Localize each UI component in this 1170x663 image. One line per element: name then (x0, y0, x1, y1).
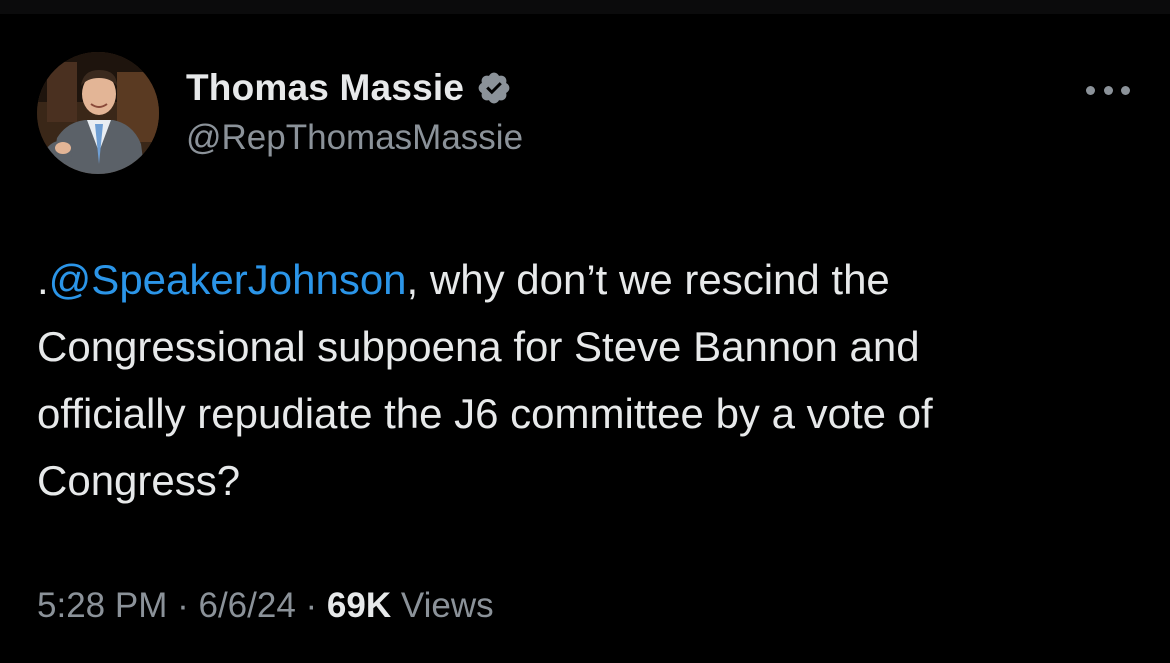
tweet-prefix: . (37, 256, 49, 303)
tweet-line-4: Congress? (37, 457, 241, 504)
tweet-line-1-rest: , why don’t we rescind the (406, 256, 890, 303)
tweet-line-3: officially repudiate the J6 committee by… (37, 390, 933, 437)
tweet-line-1: .@SpeakerJohnson, why don’t we rescind t… (37, 246, 1137, 313)
more-dot (1103, 85, 1113, 95)
views-label: Views (400, 586, 494, 625)
tweet-line-2: Congressional subpoena for Steve Bannon … (37, 323, 920, 370)
author-handle[interactable]: @RepThomasMassie (186, 118, 523, 158)
tweet: Thomas Massie @RepThomasMassie .@Speaker… (0, 0, 1170, 663)
tweet-date[interactable]: 6/6/24 (198, 586, 295, 625)
tweet-meta: 5:28 PM · 6/6/24 · 69K Views (37, 586, 494, 626)
author-name-row[interactable]: Thomas Massie (186, 66, 512, 110)
more-horizontal-icon[interactable] (1086, 80, 1130, 100)
tweet-text: .@SpeakerJohnson, why don’t we rescind t… (37, 246, 1137, 514)
author-display-name[interactable]: Thomas Massie (186, 67, 464, 109)
avatar-image (37, 52, 159, 174)
more-dot (1121, 85, 1130, 95)
avatar[interactable] (37, 52, 159, 174)
meta-separator: · (177, 586, 189, 625)
tweet-time[interactable]: 5:28 PM (37, 586, 167, 625)
more-dot (1086, 85, 1095, 95)
verified-badge-icon (478, 72, 510, 104)
views-count[interactable]: 69K (327, 586, 391, 625)
mention-link[interactable]: @SpeakerJohnson (49, 256, 407, 303)
meta-separator: · (305, 586, 318, 625)
